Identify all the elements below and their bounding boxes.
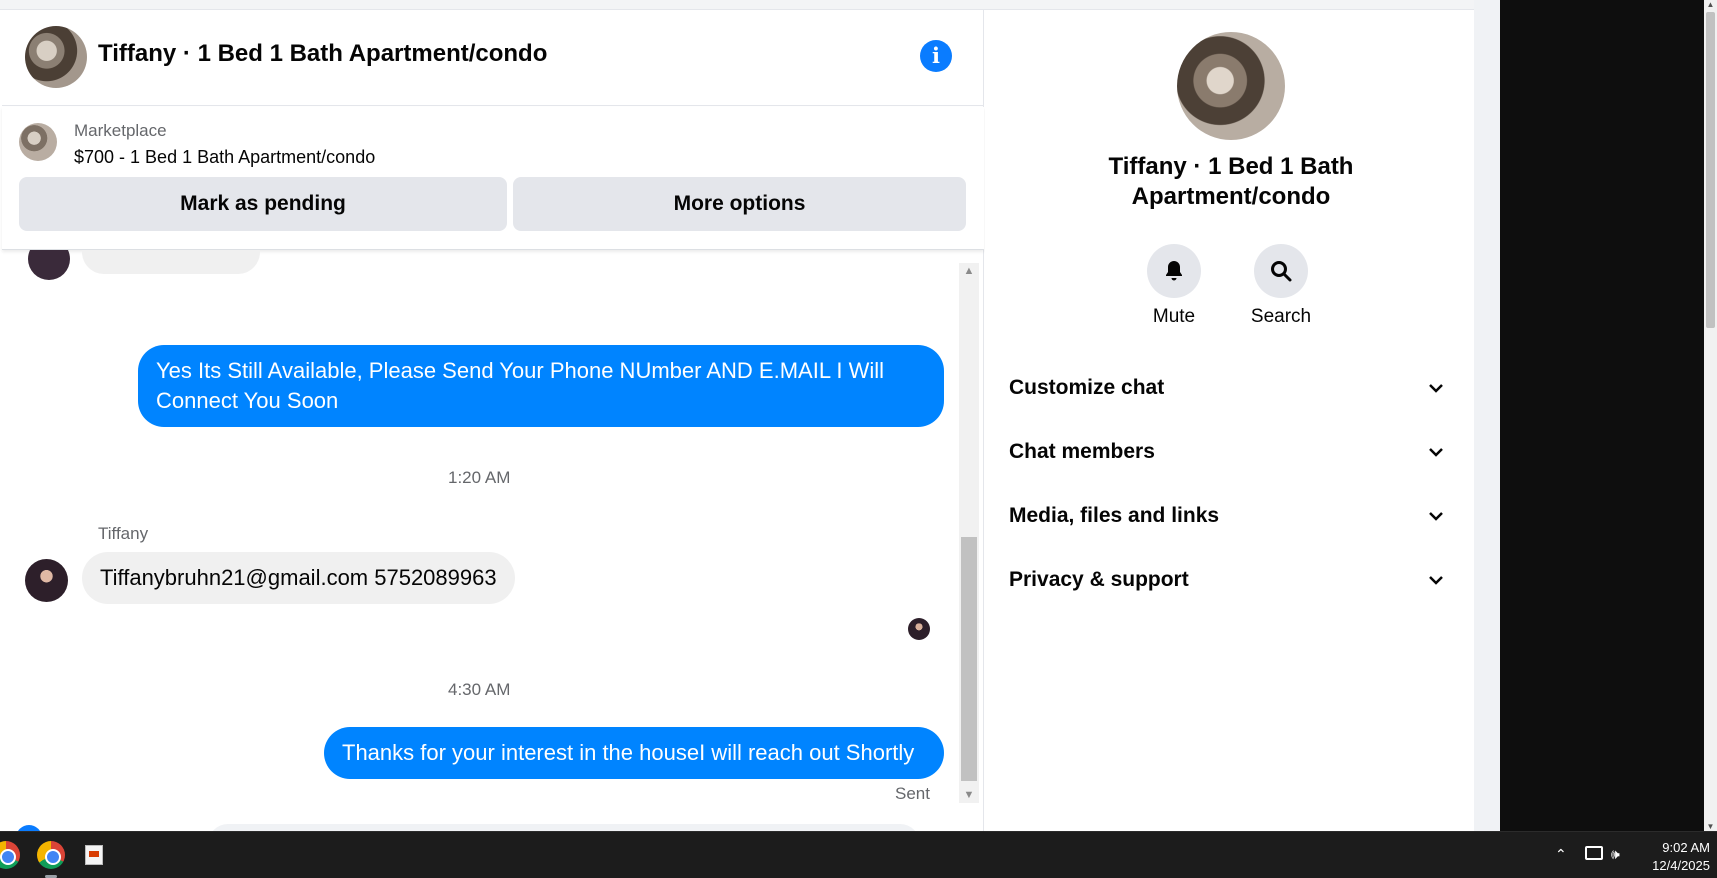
media-files-links-section[interactable]: Media, files and links: [1009, 493, 1445, 539]
scrollbar-thumb[interactable]: [961, 537, 977, 781]
chevron-down-icon: [1429, 448, 1443, 457]
chat-members-section[interactable]: Chat members: [1009, 429, 1445, 475]
section-label: Customize chat: [1009, 376, 1165, 399]
sender-avatar[interactable]: [25, 559, 68, 602]
scroll-up-arrow-icon[interactable]: ▲: [959, 263, 979, 279]
message-bubble-outgoing[interactable]: Thanks for your interest in the houseI w…: [324, 727, 944, 779]
message-list[interactable]: Yes Its Still Available, Please Send You…: [2, 250, 960, 806]
message-scrollbar[interactable]: ▲ ▼: [959, 263, 979, 803]
message-timestamp: 1:20 AM: [448, 468, 511, 487]
chat-title[interactable]: Tiffany · 1 Bed 1 Bath Apartment/condo: [98, 40, 547, 68]
info-icon[interactable]: i: [920, 40, 952, 72]
section-label: Privacy & support: [1009, 568, 1189, 591]
message-input[interactable]: [208, 824, 920, 831]
chat-window: Tiffany · 1 Bed 1 Bath Apartment/condo i…: [2, 10, 984, 831]
sender-name: Tiffany: [98, 524, 149, 543]
search-button[interactable]: [1254, 244, 1308, 298]
avatar: [28, 250, 70, 280]
message-composer: [2, 816, 984, 831]
marketplace-label: Marketplace: [74, 121, 167, 140]
clock-date: 12/4/2025: [1652, 858, 1710, 873]
search-label: Search: [1250, 306, 1312, 327]
panel-avatar[interactable]: [1177, 32, 1285, 140]
system-clock[interactable]: 9:02 AM 12/4/2025: [1640, 839, 1710, 875]
chevron-down-icon: [1429, 384, 1443, 393]
dark-side-pane: [1500, 0, 1704, 831]
mark-as-pending-button[interactable]: Mark as pending: [19, 177, 507, 231]
page-scrollbar-thumb[interactable]: [1706, 12, 1715, 328]
search-icon: [1271, 261, 1292, 282]
mute-button[interactable]: [1147, 244, 1201, 298]
chevron-up-icon[interactable]: ⌃: [1555, 846, 1567, 863]
listing-avatar[interactable]: [25, 26, 87, 88]
customize-chat-section[interactable]: Customize chat: [1009, 365, 1445, 411]
taskbar: ⌃ 🕪 9:02 AM 12/4/2025: [0, 831, 1717, 878]
chevron-down-icon: [1429, 512, 1443, 521]
read-receipt-avatar: [908, 618, 930, 640]
section-label: Chat members: [1009, 440, 1155, 463]
message-bubble-incoming[interactable]: Tiffanybruhn21@gmail.com 5752089963: [82, 552, 515, 604]
more-options-button[interactable]: More options: [513, 177, 966, 231]
conversation-info-panel: Tiffany · 1 Bed 1 Bath Apartment/condo M…: [985, 10, 1474, 831]
chevron-down-icon: [1429, 576, 1443, 585]
network-icon[interactable]: [1585, 846, 1603, 860]
privacy-support-section[interactable]: Privacy & support: [1009, 557, 1445, 603]
section-label: Media, files and links: [1009, 504, 1220, 527]
app-icon[interactable]: [80, 841, 108, 869]
marketplace-listing-card: Marketplace $700 - 1 Bed 1 Bath Apartmen…: [2, 107, 984, 250]
listing-title[interactable]: $700 - 1 Bed 1 Bath Apartment/condo: [74, 147, 375, 168]
message-bubble-outgoing[interactable]: Yes Its Still Available, Please Send You…: [138, 345, 944, 427]
message-timestamp: 4:30 AM: [448, 680, 511, 699]
mute-label: Mute: [1152, 306, 1196, 327]
scroll-down-arrow-icon[interactable]: ▼: [959, 787, 979, 803]
volume-icon[interactable]: 🕪: [1611, 846, 1620, 863]
chrome-icon[interactable]: [37, 841, 65, 869]
page-scrollbar[interactable]: ▲ ▼: [1704, 0, 1717, 831]
clock-time: 9:02 AM: [1662, 840, 1710, 855]
bell-icon: [1166, 261, 1182, 281]
scroll-down-arrow-icon[interactable]: ▼: [1704, 822, 1717, 831]
top-bar-strip: [0, 0, 1474, 10]
page-gutter: [1474, 0, 1500, 831]
scroll-up-arrow-icon[interactable]: ▲: [1704, 0, 1717, 9]
message-bubble-incoming: [82, 250, 260, 274]
chrome-icon[interactable]: [0, 841, 20, 869]
browser-viewport: Tiffany · 1 Bed 1 Bath Apartment/condo i…: [0, 0, 1704, 831]
chat-header: Tiffany · 1 Bed 1 Bath Apartment/condo i: [2, 10, 984, 106]
listing-thumbnail[interactable]: [19, 123, 57, 161]
message-status: Sent: [895, 784, 930, 803]
panel-title: Tiffany · 1 Bed 1 Bath Apartment/condo: [1108, 153, 1354, 210]
